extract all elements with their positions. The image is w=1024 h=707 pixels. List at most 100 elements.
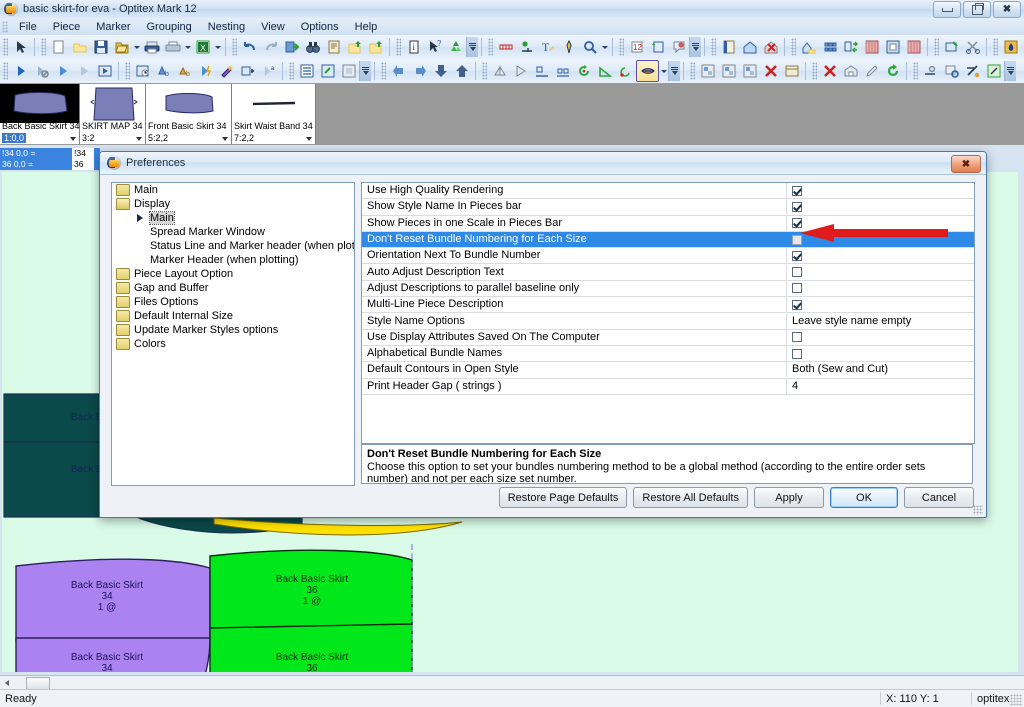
- piece-dropdown-icon[interactable]: [306, 137, 312, 141]
- bundle-number-icon[interactable]: 12: [626, 37, 647, 57]
- flip-piece-icon[interactable]: [636, 60, 659, 82]
- tree-item-update-marker-styles-options[interactable]: Update Marker Styles options: [112, 323, 354, 337]
- play-icon[interactable]: [10, 61, 31, 81]
- close-button[interactable]: ✖: [993, 1, 1021, 18]
- undo-icon[interactable]: [239, 37, 260, 57]
- toolbar2-overflow-2-icon[interactable]: [668, 61, 680, 81]
- toolbar-grip-icon[interactable]: [619, 38, 624, 56]
- open-style-icon[interactable]: [344, 37, 365, 57]
- settings-row[interactable]: Use High Quality Rendering: [362, 183, 974, 200]
- plotter-icon[interactable]: [162, 37, 183, 57]
- scroll-left-icon[interactable]: [0, 677, 13, 689]
- pen-tool-icon[interactable]: [558, 37, 579, 57]
- flash-nest-icon[interactable]: [195, 61, 216, 81]
- setting-value[interactable]: [787, 283, 974, 294]
- piece-dropdown-icon[interactable]: [136, 137, 142, 141]
- menu-item-help[interactable]: Help: [347, 20, 386, 34]
- settings-row[interactable]: Alphabetical Bundle Names: [362, 346, 974, 363]
- preferences-settings-grid[interactable]: Use High Quality Rendering Show Style Nam…: [361, 182, 975, 444]
- toolbar-overflow-2-icon[interactable]: [689, 37, 701, 57]
- align-2-icon[interactable]: [552, 61, 573, 81]
- rotate-free-icon[interactable]: [615, 61, 636, 81]
- flip-piece-dropdown-icon[interactable]: [659, 61, 668, 81]
- menu-item-options[interactable]: Options: [293, 20, 347, 34]
- zoom-dropdown-icon[interactable]: [600, 37, 609, 57]
- pieces-bar-item[interactable]: SKIRT MAP 34 3:2: [80, 84, 146, 144]
- rotate-icon[interactable]: [573, 61, 594, 81]
- group-3-icon[interactable]: [739, 61, 760, 81]
- play-blue-icon[interactable]: [52, 61, 73, 81]
- order-icon[interactable]: a: [258, 61, 279, 81]
- maximize-button[interactable]: [963, 1, 991, 18]
- scissors-icon[interactable]: [962, 37, 983, 57]
- report-icon[interactable]: [323, 37, 344, 57]
- matrix-icon[interactable]: [819, 37, 840, 57]
- setting-value[interactable]: [787, 299, 974, 310]
- list-icon[interactable]: [296, 61, 317, 81]
- dialog-close-button[interactable]: ✖: [951, 155, 981, 173]
- measure-tool-icon[interactable]: [920, 61, 941, 81]
- toolbar-grip-icon[interactable]: [482, 62, 487, 80]
- setting-checkbox[interactable]: [792, 267, 802, 278]
- move-left-icon[interactable]: [388, 61, 409, 81]
- variants-icon[interactable]: [798, 37, 819, 57]
- toolbar-grip-icon[interactable]: [396, 38, 401, 56]
- horizontal-scrollbar[interactable]: [0, 675, 1024, 690]
- settings-row[interactable]: Multi-Line Piece Description: [362, 297, 974, 314]
- setting-checkbox[interactable]: [792, 250, 802, 261]
- toolbar-grip-icon[interactable]: [934, 38, 939, 56]
- setting-checkbox[interactable]: [792, 283, 802, 294]
- house-red-icon[interactable]: [760, 37, 781, 57]
- delete-piece-icon[interactable]: [819, 61, 840, 81]
- tree-item-colors[interactable]: Colors: [112, 337, 354, 351]
- plotter-dropdown-icon[interactable]: [183, 37, 192, 57]
- setting-checkbox[interactable]: [792, 201, 802, 212]
- settings-row[interactable]: Adjust Descriptions to parallel baseline…: [362, 280, 974, 298]
- swap-icon[interactable]: [840, 37, 861, 57]
- setting-value[interactable]: [787, 201, 974, 212]
- tree-item-piece-layout-option[interactable]: Piece Layout Option: [112, 267, 354, 281]
- pieces-bar-item[interactable]: Skirt Waist Band 34 7:2,2: [232, 84, 316, 144]
- settings-row[interactable]: Style Name Options Leave style name empty: [362, 313, 974, 330]
- setting-value[interactable]: [787, 348, 974, 359]
- piece-dropdown-icon[interactable]: [70, 137, 76, 141]
- toolbar-overflow-icon[interactable]: [466, 37, 478, 57]
- export-excel-icon[interactable]: X: [192, 37, 213, 57]
- play-frame-icon[interactable]: [94, 61, 115, 81]
- toolbar-grip-icon[interactable]: [3, 62, 8, 80]
- menu-item-marker[interactable]: Marker: [88, 20, 138, 34]
- bundle-sort-2-icon[interactable]: b: [174, 61, 195, 81]
- toolbar-grip-icon[interactable]: [488, 38, 493, 56]
- find-icon[interactable]: [302, 37, 323, 57]
- setting-value[interactable]: 4: [787, 379, 974, 394]
- setting-checkbox[interactable]: [792, 348, 802, 359]
- setting-checkbox[interactable]: [792, 299, 802, 310]
- link-icon[interactable]: [317, 61, 338, 81]
- bundle-sort-icon[interactable]: b: [153, 61, 174, 81]
- move-right-icon[interactable]: [409, 61, 430, 81]
- cut-plan-icon[interactable]: [941, 37, 962, 57]
- menu-item-file[interactable]: File: [11, 20, 45, 34]
- edit-icon[interactable]: [861, 61, 882, 81]
- scroll-thumb[interactable]: [26, 676, 50, 690]
- tree-item-marker-header-when-plotting[interactable]: Marker Header (when plotting): [112, 253, 354, 267]
- tree-item-main[interactable]: Main: [112, 183, 354, 197]
- house-blue-icon[interactable]: [739, 37, 760, 57]
- pieces-bar-item[interactable]: Back Basic Skirt 34 1:0,0: [0, 84, 80, 144]
- refresh-icon[interactable]: [445, 37, 466, 57]
- settings-row[interactable]: Print Header Gap ( strings ) 4: [362, 378, 974, 395]
- measure-icon[interactable]: [495, 37, 516, 57]
- save-icon[interactable]: [90, 37, 111, 57]
- tree-item-spread-marker-window[interactable]: Spread Marker Window: [112, 225, 354, 239]
- restore-page-defaults-button[interactable]: Restore Page Defaults: [498, 487, 628, 508]
- menu-item-view[interactable]: View: [253, 20, 293, 34]
- fabric-icon[interactable]: [861, 37, 882, 57]
- magic-wand-icon[interactable]: [216, 61, 237, 81]
- print-icon[interactable]: [141, 37, 162, 57]
- piece-dropdown-icon[interactable]: [222, 137, 228, 141]
- setting-value[interactable]: [787, 267, 974, 278]
- group-2-icon[interactable]: [718, 61, 739, 81]
- tree-item-display[interactable]: Display: [112, 197, 354, 211]
- pointer-select-icon[interactable]: [10, 37, 31, 57]
- play-disabled-icon[interactable]: [73, 61, 94, 81]
